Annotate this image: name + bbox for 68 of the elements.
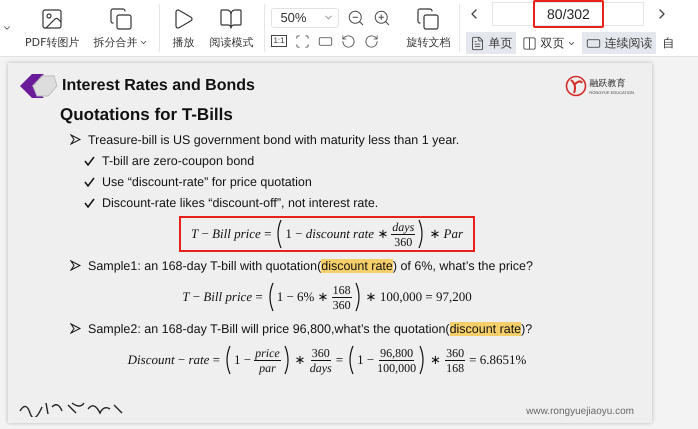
tool-button[interactable]: 阅读模式 [202,6,260,50]
check-icon [84,176,95,186]
right-parenthesis-icon [419,345,426,375]
math-text: = 6.8651% [469,352,526,368]
view-mode-tab[interactable]: 自 [658,32,678,54]
math-text: ∗ Par [429,226,463,242]
book-icon [219,6,244,30]
right-parenthesis-icon [418,219,426,249]
left-parenthesis-icon [275,219,282,249]
fraction: 360 168 [445,346,466,374]
math-text: ∗ [294,352,306,368]
zoom-select[interactable]: 50% [271,8,340,28]
slide-subtitle: Quotations for T-Bills [60,105,233,125]
actual-size-button[interactable]: 1:1 [271,35,287,47]
math-text: ∗ [430,352,442,368]
left-parenthesis-icon [266,282,274,312]
rotate-right-icon[interactable] [364,34,379,48]
bullet-text: Sample1: an 168-day T-bill with quotation(discount rate) of 6%, what’s the price? [88,258,533,272]
tool-button[interactable]: 拆分合并 [86,6,156,50]
right-parenthesis-icon [354,282,362,312]
zoom-in-icon[interactable] [373,8,392,26]
rotate-left-icon[interactable] [340,34,356,48]
math-text: 1 − 6% ∗ [276,289,329,305]
check-icon [84,156,95,166]
bullet-text: Sample2: an 168-day T-Bill will price 96,800,what’s the quotation(discount rate)? [88,322,532,336]
image-icon [40,6,64,30]
arrow-bullet-icon [70,134,81,145]
bullet-text: Treasure-bill is US government bond with maturity less than 1 year. [88,132,460,146]
brand-logo-icon [565,75,588,97]
arrow-bullet-icon [70,260,81,271]
diamond-logo-icon [20,73,58,99]
math-text: Discount − rate = [128,352,220,368]
view-mode-tab[interactable]: 双页 [518,32,580,54]
fit-page-icon[interactable] [294,34,310,48]
bullet-text: Discount-rate likes “discount-off”, not interest rate. [102,196,378,210]
math-text: 1 − [234,352,252,368]
slide-title: Interest Rates and Bonds [62,77,255,95]
bullet-text: T-bill are zero-coupon bond [102,154,254,168]
fraction: 96,800 100,000 [377,346,416,374]
math-text: 1 − discount rate ∗ [285,226,388,242]
fraction: 360 days [310,346,332,374]
copy-icon [108,6,133,30]
left-parenthesis-icon [224,345,231,375]
website-text: www.rongyuejiaoyu.com [526,406,634,417]
math-text: T − Bill price = [190,226,272,242]
right-parenthesis-icon [284,345,291,375]
page-field[interactable]: 80/302 [492,2,644,26]
math-text: = [336,352,344,368]
tool-button[interactable]: PDF转图片 [18,6,86,50]
rotate-document-button[interactable]: 旋转文档 [399,6,458,50]
math-text: T − Bill price = [182,289,263,305]
fraction: price par [254,346,281,374]
left-parenthesis-icon [347,345,354,375]
bullet-text: Use “discount-rate” for price quotation [102,174,312,188]
view-mode-tab[interactable]: 单页 [466,32,516,54]
fraction: 168 360 [332,282,352,312]
two-column-icon [522,36,538,50]
zoom-out-icon[interactable] [347,8,366,26]
arrow-bullet-icon [70,323,81,334]
check-icon [84,198,95,208]
pages-icon [416,6,440,30]
view-mode-tab[interactable]: 连续阅读 [582,32,656,54]
page-icon [470,36,486,50]
math-text: 1 − [357,352,374,368]
tool-button[interactable]: 播放 [164,6,202,50]
fraction: days 360 [391,220,416,248]
math-text: ∗ 100,000 = 97,200 [366,289,472,305]
brand-name: 融跃教育 [589,77,626,90]
